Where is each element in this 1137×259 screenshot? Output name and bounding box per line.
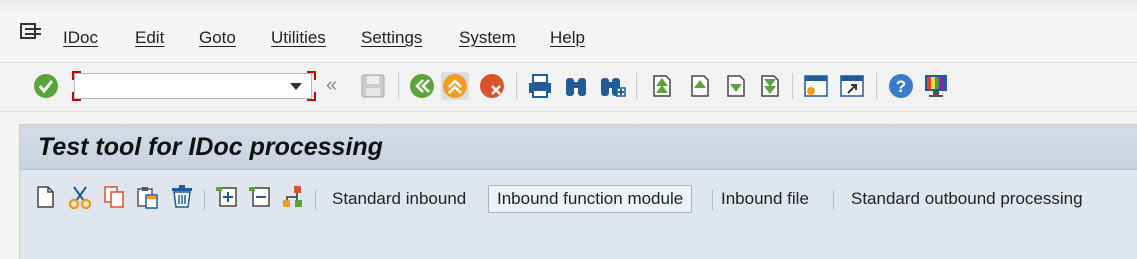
system-toolbar: « ? (0, 62, 1137, 112)
delete-icon[interactable] (169, 184, 195, 210)
toolbar-separator (516, 73, 517, 99)
toolbar-separator (712, 190, 713, 210)
title-bar: Test tool for IDoc processing (20, 125, 1137, 170)
application-toolbar: Standard inbound Inbound function module… (20, 170, 1137, 220)
menu-bar: IDoc Edit Goto Utilities Settings System… (0, 20, 1137, 56)
toolbar-separator (315, 190, 316, 210)
print-icon[interactable] (526, 72, 554, 100)
menu-goto[interactable]: Goto (199, 28, 236, 48)
cut-icon[interactable] (67, 184, 93, 210)
new-document-icon[interactable] (32, 184, 58, 210)
menu-help[interactable]: Help (550, 28, 585, 48)
command-field-wrapper (72, 71, 316, 101)
menu-idoc[interactable]: IDoc (63, 28, 98, 48)
last-page-icon[interactable] (754, 72, 782, 100)
toolbar-separator (876, 73, 877, 99)
previous-page-icon[interactable] (684, 72, 712, 100)
window-top-strip (0, 0, 1137, 16)
layout-icon[interactable] (922, 72, 950, 100)
find-icon[interactable] (562, 72, 590, 100)
structure-icon[interactable] (280, 184, 306, 210)
toolbar-separator (204, 190, 205, 210)
copy-icon[interactable] (101, 184, 127, 210)
paste-icon[interactable] (135, 184, 161, 210)
next-page-icon[interactable] (720, 72, 748, 100)
menu-settings[interactable]: Settings (361, 28, 422, 48)
page-title: Test tool for IDoc processing (38, 133, 383, 161)
toolbar-separator (792, 73, 793, 99)
exit-icon[interactable] (441, 72, 469, 100)
inbound-function-module-button[interactable]: Inbound function module (488, 185, 693, 213)
command-field[interactable] (74, 73, 312, 99)
collapse-command-icon[interactable]: « (326, 75, 337, 95)
menu-utilities[interactable]: Utilities (271, 28, 326, 48)
field-corner (307, 71, 316, 80)
shortcut-icon[interactable] (838, 72, 866, 100)
help-icon[interactable]: ? (887, 72, 915, 100)
back-icon[interactable] (408, 72, 436, 100)
svg-text:?: ? (896, 77, 906, 96)
menu-icon[interactable] (19, 22, 43, 44)
screen-panel: Test tool for IDoc processing Standard i… (19, 124, 1137, 259)
menu-system[interactable]: System (459, 28, 516, 48)
toolbar-separator (636, 73, 637, 99)
standard-inbound-button[interactable]: Standard inbound (332, 186, 466, 212)
expand-icon[interactable] (213, 184, 239, 210)
field-corner (72, 71, 81, 80)
create-session-icon[interactable] (802, 72, 830, 100)
field-corner (307, 92, 316, 101)
cancel-icon[interactable] (478, 72, 506, 100)
toolbar-separator (398, 73, 399, 99)
field-corner (72, 92, 81, 101)
dropdown-arrow-icon[interactable] (290, 83, 302, 90)
first-page-icon[interactable] (646, 72, 674, 100)
inbound-file-button[interactable]: Inbound file (721, 186, 809, 212)
find-next-icon[interactable] (598, 72, 626, 100)
menu-edit[interactable]: Edit (135, 28, 164, 48)
collapse-icon[interactable] (246, 184, 272, 210)
toolbar-separator (833, 190, 834, 210)
standard-outbound-processing-button[interactable]: Standard outbound processing (851, 186, 1083, 212)
enter-icon[interactable] (32, 72, 60, 100)
save-icon[interactable] (359, 72, 387, 100)
